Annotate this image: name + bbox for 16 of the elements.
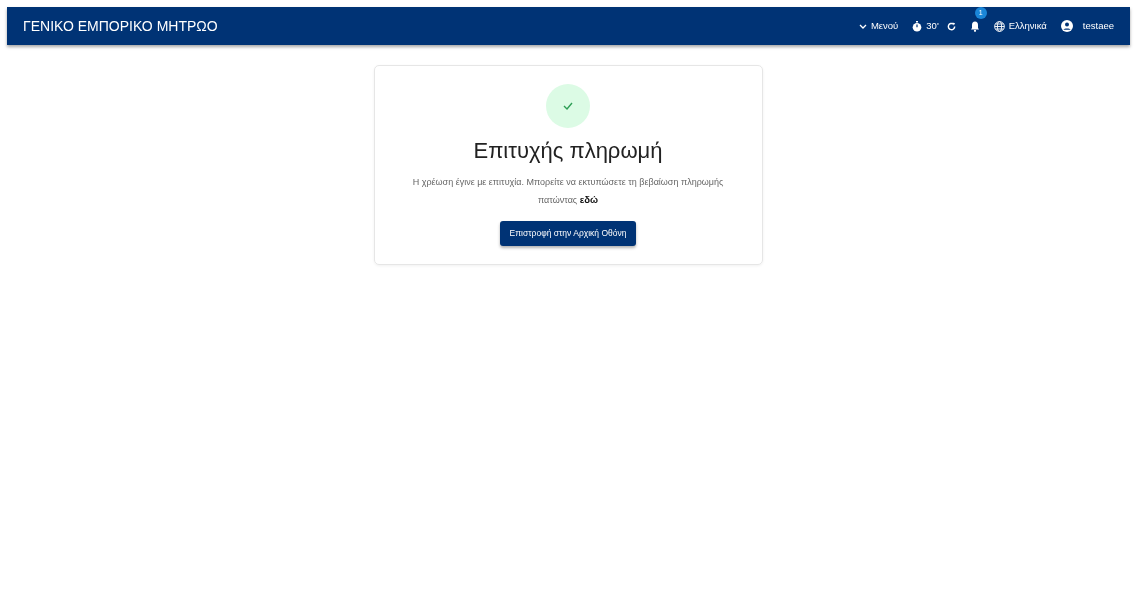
home-button[interactable]: Επιστροφή στην Αρχική Οθόνη <box>499 221 637 247</box>
chevron-down-icon <box>858 23 867 29</box>
stopwatch-icon <box>912 20 923 32</box>
app-title[interactable]: ΓΕΝΙΚΟ ΕΜΠΟΡΙΚΟ ΜΗΤΡΩΟ <box>23 15 218 37</box>
success-message: Η χρέωση έγινε με επιτυχία. Μπορείτε να εκτυπώσετε τη βεβαίωση πληρωμής πατώντας εδώ <box>411 176 725 208</box>
menu-button[interactable]: Μενού <box>858 18 899 34</box>
success-title: Επιτυχής πληρωμή <box>473 138 663 165</box>
session-timer[interactable]: 30' <box>912 18 939 34</box>
language-button[interactable]: Ελληνικά <box>993 18 1047 34</box>
user-icon <box>1060 20 1073 32</box>
bell-icon[interactable] <box>969 21 980 33</box>
user-button[interactable]: testaee <box>1060 18 1114 34</box>
globe-icon <box>993 20 1005 32</box>
success-icon <box>546 84 590 128</box>
print-link[interactable]: εδώ <box>579 194 598 206</box>
refresh-icon[interactable] <box>946 21 956 31</box>
